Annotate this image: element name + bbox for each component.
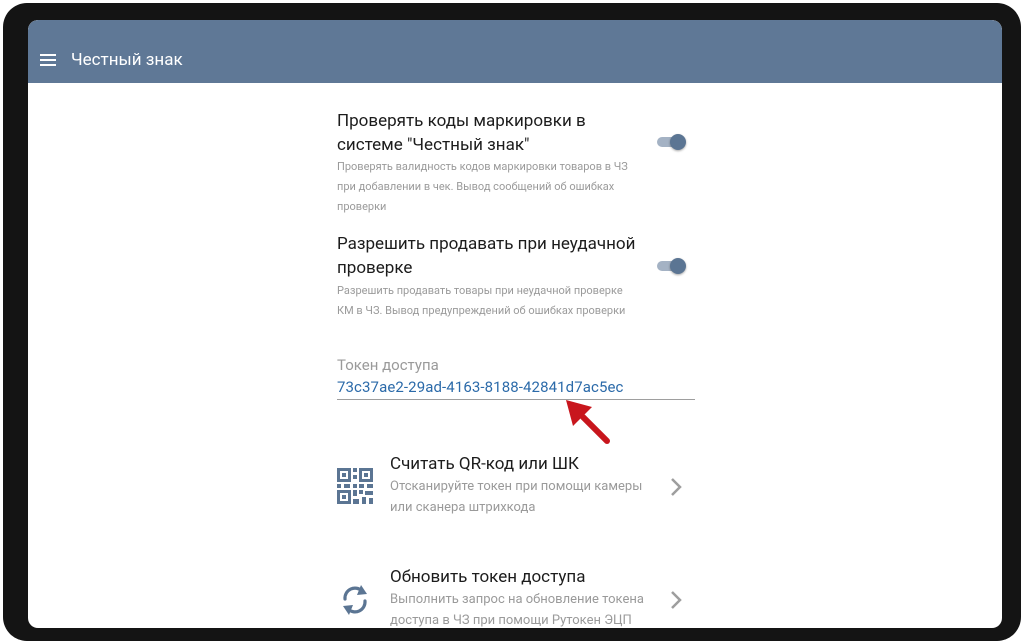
settings-content: Проверять коды маркировки в системе "Чес… xyxy=(28,83,1002,628)
qr-code-icon xyxy=(337,468,373,504)
screen: Честный знак Проверять коды маркировки в… xyxy=(28,20,1002,628)
toggle-thumb xyxy=(670,134,686,150)
annotation-arrow-icon xyxy=(566,400,610,444)
token-label: Токен доступа xyxy=(337,356,439,374)
refresh-token-action[interactable]: Обновить токен доступа Выполнить запрос … xyxy=(337,567,697,628)
allow-sell-toggle[interactable] xyxy=(657,258,687,274)
token-input[interactable] xyxy=(337,375,695,400)
toggle-thumb xyxy=(670,258,686,274)
setting-check-codes-title: Проверять коды маркировки в системе "Чес… xyxy=(337,111,586,155)
chevron-right-icon xyxy=(671,478,682,496)
hamburger-menu-icon[interactable] xyxy=(40,54,58,68)
setting-allow-sell-title: Разрешить продавать при неудачной провер… xyxy=(337,234,636,278)
setting-check-codes-description: Проверять валидность кодов маркировки то… xyxy=(337,160,628,213)
scan-qr-description: Отсканируйте токен при помощи камеры или… xyxy=(390,479,643,515)
check-codes-toggle[interactable] xyxy=(657,134,687,150)
tablet-frame: Честный знак Проверять коды маркировки в… xyxy=(3,3,1021,641)
refresh-icon xyxy=(343,585,367,615)
refresh-token-description: Выполнить запрос на обновление токена до… xyxy=(390,592,644,628)
app-title: Честный знак xyxy=(71,50,183,70)
chevron-right-icon xyxy=(671,591,682,609)
scan-qr-action[interactable]: Считать QR-код или ШК Отсканируйте токен… xyxy=(337,454,697,534)
app-bar: Честный знак xyxy=(28,20,1002,83)
scan-qr-title: Считать QR-код или ШК xyxy=(390,454,579,474)
setting-allow-sell-description: Разрешить продавать товары при неудачной… xyxy=(337,284,626,317)
refresh-token-title: Обновить токен доступа xyxy=(390,567,586,587)
